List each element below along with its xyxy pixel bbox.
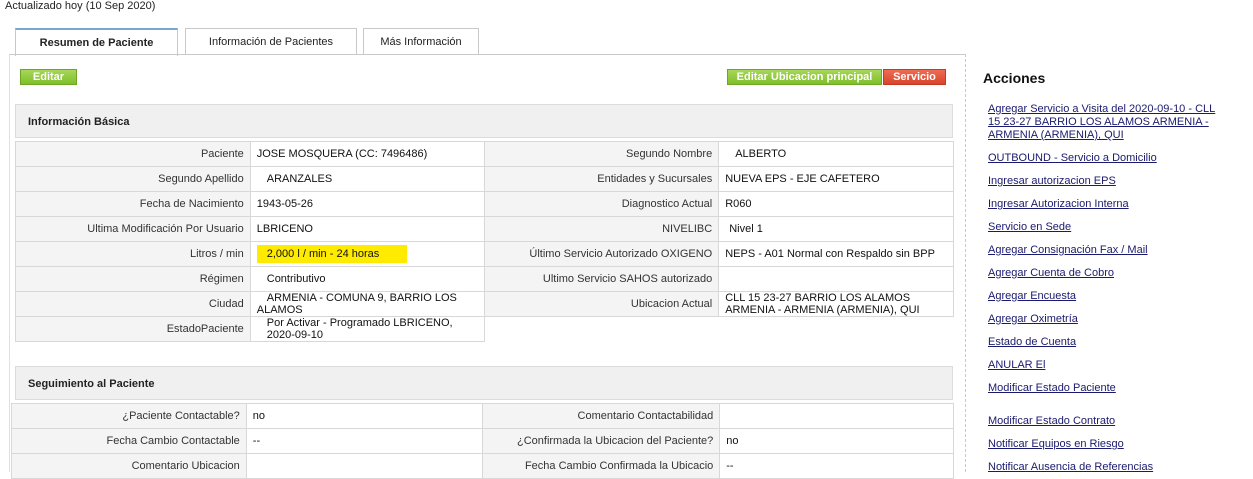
field-value: R060 <box>718 191 954 217</box>
follow-up-heading: Seguimiento al Paciente <box>15 366 953 400</box>
field-label: Comentario Contactabilidad <box>482 403 721 429</box>
action-link-modify-patient-status[interactable]: Modificar Estado Paciente <box>988 382 1223 395</box>
field-label: ¿Confirmada la Ubicacion del Paciente? <box>482 428 721 454</box>
field-label: Ultimo Servicio SAHOS autorizado <box>483 266 720 292</box>
field-label: Fecha de Nacimiento <box>15 191 251 217</box>
action-link-add-survey[interactable]: Agregar Encuesta <box>988 290 1223 303</box>
action-link-notify-missing-references[interactable]: Notificar Ausencia de Referencias <box>988 461 1223 474</box>
table-row: EstadoPaciente Por Activar - Programado … <box>15 316 954 342</box>
basic-info-table: Paciente JOSE MOSQUERA (CC: 7496486) Seg… <box>15 141 954 342</box>
field-label: ¿Paciente Contactable? <box>11 403 247 429</box>
field-label: Fecha Cambio Contactable <box>11 428 247 454</box>
field-value: Por Activar - Programado LBRICENO, 2020-… <box>249 316 485 342</box>
table-row: Ciudad ARMENIA - COMUNA 9, BARRIO LOS AL… <box>15 291 954 317</box>
field-label: Diagnostico Actual <box>483 191 720 217</box>
field-value <box>719 403 954 429</box>
table-row: Segundo Apellido ARANZALES Entidades y S… <box>15 166 954 192</box>
field-value: Nivel 1 <box>718 216 954 242</box>
table-row: Paciente JOSE MOSQUERA (CC: 7496486) Seg… <box>15 141 954 167</box>
table-row: Fecha Cambio Contactable -- ¿Confirmada … <box>11 428 954 454</box>
action-link-service-at-site[interactable]: Servicio en Sede <box>988 221 1223 234</box>
field-value: JOSE MOSQUERA (CC: 7496486) <box>249 141 485 167</box>
field-value <box>718 266 954 292</box>
field-value: ARMENIA - COMUNA 9, BARRIO LOS ALAMOS <box>249 291 485 317</box>
field-label: Último Servicio Autorizado OXIGENO <box>483 241 720 267</box>
action-link-outbound-home-service[interactable]: OUTBOUND - Servicio a Domicilio <box>988 152 1223 165</box>
field-label: Segundo Apellido <box>15 166 251 192</box>
field-label: Paciente <box>15 141 251 167</box>
follow-up-table: ¿Paciente Contactable? no Comentario Con… <box>11 403 954 479</box>
table-row: Litros / min 2,000 l / min - 24 horas Úl… <box>15 241 954 267</box>
last-updated-text: Actualizado hoy (10 Sep 2020) <box>5 0 156 12</box>
oxygen-flow-highlight: 2,000 l / min - 24 horas <box>256 245 408 263</box>
field-value: ARANZALES <box>249 166 485 192</box>
field-value: no <box>245 403 484 429</box>
field-value: 2,000 l / min - 24 horas <box>249 241 485 267</box>
table-row: Ultima Modificación Por Usuario LBRICENO… <box>15 216 954 242</box>
action-link-add-fax-mail[interactable]: Agregar Consignación Fax / Mail <box>988 244 1223 257</box>
tab-informacion-pacientes[interactable]: Información de Pacientes <box>185 28 357 55</box>
basic-info-heading: Información Básica <box>15 104 953 138</box>
field-label: Ubicacion Actual <box>483 291 720 317</box>
field-label: NIVELIBC <box>483 216 720 242</box>
action-link-internal-authorization[interactable]: Ingresar Autorizacion Interna <box>988 198 1223 211</box>
action-link-notify-equipment-risk[interactable]: Notificar Equipos en Riesgo <box>988 438 1223 451</box>
action-link-add-billing-account[interactable]: Agregar Cuenta de Cobro <box>988 267 1223 280</box>
field-label: Segundo Nombre <box>483 141 720 167</box>
tab-resumen-paciente[interactable]: Resumen de Paciente <box>15 28 178 56</box>
field-label: Ultima Modificación Por Usuario <box>15 216 251 242</box>
field-label: Régimen <box>15 266 251 292</box>
field-value: 1943-05-26 <box>249 191 485 217</box>
field-label: Fecha Cambio Confirmada la Ubicacio <box>482 453 721 479</box>
edit-main-location-button[interactable]: Editar Ubicacion principal <box>727 69 882 85</box>
action-link-cancel[interactable]: ANULAR El <box>988 359 1223 372</box>
edit-button[interactable]: Editar <box>20 69 77 85</box>
actions-heading: Acciones <box>983 70 1046 86</box>
tab-mas-informacion[interactable]: Más Información <box>363 28 479 55</box>
field-label: EstadoPaciente <box>15 316 251 342</box>
field-label: Ciudad <box>15 291 251 317</box>
table-row: Régimen Contributivo Ultimo Servicio SAH… <box>15 266 954 292</box>
service-button[interactable]: Servicio <box>883 69 946 85</box>
field-label: Entidades y Sucursales <box>483 166 720 192</box>
field-value: -- <box>245 428 484 454</box>
table-row: ¿Paciente Contactable? no Comentario Con… <box>11 403 954 429</box>
field-value: no <box>719 428 954 454</box>
field-value: NUEVA EPS - EJE CAFETERO <box>718 166 954 192</box>
field-label: Comentario Ubicacion <box>11 453 247 479</box>
field-value: Contributivo <box>249 266 485 292</box>
field-value: LBRICENO <box>249 216 485 242</box>
action-link-account-status[interactable]: Estado de Cuenta <box>988 336 1223 349</box>
table-row: Comentario Ubicacion Fecha Cambio Confir… <box>11 453 954 479</box>
action-link-eps-authorization[interactable]: Ingresar autorizacion EPS <box>988 175 1223 188</box>
action-link-add-oximetry[interactable]: Agregar Oximetría <box>988 313 1223 326</box>
field-value <box>245 453 484 479</box>
action-link-add-service-visit[interactable]: Agregar Servicio a Visita del 2020-09-10… <box>988 103 1223 142</box>
action-link-modify-contract-status[interactable]: Modificar Estado Contrato <box>988 415 1223 428</box>
field-value: ALBERTO <box>718 141 954 167</box>
table-row: Fecha de Nacimiento 1943-05-26 Diagnosti… <box>15 191 954 217</box>
actions-sidebar: Acciones Agregar Servicio a Visita del 2… <box>983 70 1223 474</box>
field-value: -- <box>719 453 954 479</box>
field-value: NEPS - A01 Normal con Respaldo sin BPP <box>718 241 954 267</box>
field-label: Litros / min <box>15 241 251 267</box>
field-value: CLL 15 23-27 BARRIO LOS ALAMOS ARMENIA -… <box>718 291 954 317</box>
